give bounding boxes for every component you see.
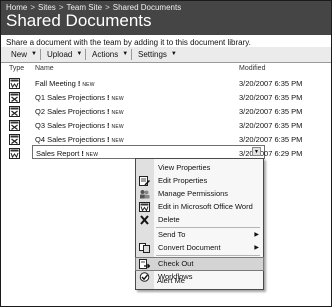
new-badge: NEW bbox=[111, 138, 124, 144]
dropdown-caret-icon: ▼ bbox=[31, 51, 37, 58]
menu-item-label: Send To bbox=[158, 230, 186, 239]
dropdown-caret-icon: ▼ bbox=[76, 51, 83, 58]
modified-date: 3/20/2007 6:35 PM bbox=[239, 79, 303, 88]
menu-item-label: View Properties bbox=[158, 163, 211, 172]
actions-label: Actions bbox=[92, 50, 119, 59]
menu-item-send-to[interactable]: Send To ▶ bbox=[136, 229, 263, 241]
column-modified[interactable]: Modified bbox=[239, 65, 265, 72]
document-name-text[interactable]: Q3 Sales Projections bbox=[35, 121, 105, 130]
new-label: New bbox=[11, 50, 28, 59]
document-name[interactable]: Fall Meeting! NEW bbox=[35, 79, 95, 88]
menu-item-label: Edit Properties bbox=[158, 176, 208, 185]
menu-item-label: Edit in Microsoft Office Word bbox=[158, 202, 253, 211]
table-row: Q1 Sales Projections! NEW 3/20/2007 6:35 … bbox=[1, 91, 331, 105]
new-marker-icon: ! bbox=[107, 107, 110, 116]
menu-item-label: Check Out bbox=[158, 259, 194, 268]
menu-item-convert-document[interactable]: Convert Document ▶ bbox=[136, 242, 263, 254]
dropdown-caret-icon: ▼ bbox=[170, 51, 177, 58]
new-marker-icon: ! bbox=[77, 79, 81, 88]
table-row: Q3 Sales Projections! NEW 3/20/2007 6:35 … bbox=[1, 119, 331, 133]
document-name-text[interactable]: Q4 Sales Projections bbox=[35, 135, 105, 144]
column-name[interactable]: Name bbox=[35, 65, 54, 72]
library-toolbar: New ▼ Upload ▼ Actions ▼ Settings ▼ bbox=[1, 47, 331, 63]
modified-date: 3/20/2007 6:29 PM bbox=[239, 149, 303, 158]
document-name[interactable]: Q2 Sales Projections! NEW bbox=[35, 107, 124, 116]
word-document-icon[interactable] bbox=[9, 148, 20, 159]
table-row: Fall Meeting! NEW 3/20/2007 6:35 PM bbox=[1, 77, 331, 91]
menu-item-manage-permissions[interactable]: Manage Permissions bbox=[136, 188, 263, 200]
new-marker-icon: ! bbox=[107, 93, 110, 102]
toolbar-divider bbox=[131, 49, 132, 60]
table-row: Q2 Sales Projections! NEW 3/20/2007 6:35 … bbox=[1, 105, 331, 119]
menu-item-edit-properties[interactable]: Edit Properties bbox=[136, 175, 263, 187]
modified-date: 3/20/2007 6:35 PM bbox=[239, 135, 303, 144]
modified-date: 3/20/2007 6:35 PM bbox=[239, 107, 303, 116]
workflows-icon bbox=[139, 272, 150, 282]
menu-item-label: Convert Document bbox=[158, 243, 221, 252]
menu-separator bbox=[156, 255, 260, 256]
menu-item-alert-me[interactable]: Alert Me bbox=[157, 276, 185, 285]
document-name-text[interactable]: Q2 Sales Projections bbox=[35, 107, 105, 116]
excel-document-icon[interactable] bbox=[9, 106, 20, 117]
excel-document-icon[interactable] bbox=[9, 134, 20, 145]
new-badge: NEW bbox=[111, 124, 124, 130]
new-badge: NEW bbox=[82, 82, 95, 88]
toolbar-divider bbox=[40, 49, 41, 60]
menu-item-view-properties[interactable]: View Properties bbox=[136, 162, 263, 174]
chevron-down-icon: ▼ bbox=[254, 149, 259, 155]
toolbar-divider bbox=[85, 49, 86, 60]
page-title: Shared Documents bbox=[6, 11, 152, 30]
upload-menu-button[interactable]: Upload ▼ bbox=[47, 49, 82, 60]
document-library-window: Home > Sites > Team Site > Shared Documents Sh… bbox=[0, 0, 332, 307]
new-menu-button[interactable]: New ▼ bbox=[11, 49, 37, 60]
document-name[interactable]: Q3 Sales Projections! NEW bbox=[35, 121, 124, 130]
menu-item-alert-me-wrapper bbox=[136, 283, 263, 289]
upload-label: Upload bbox=[47, 50, 73, 59]
excel-document-icon[interactable] bbox=[9, 92, 20, 103]
menu-separator bbox=[156, 227, 260, 228]
dropdown-caret-icon: ▼ bbox=[122, 51, 129, 58]
new-badge: NEW bbox=[111, 96, 124, 102]
menu-item-label: Manage Permissions bbox=[158, 189, 229, 198]
menu-item-delete[interactable]: Delete bbox=[136, 214, 263, 226]
new-marker-icon: ! bbox=[107, 135, 110, 144]
actions-menu-button[interactable]: Actions ▼ bbox=[92, 49, 128, 60]
modified-date: 3/20/2007 6:35 PM bbox=[239, 93, 303, 102]
word-icon bbox=[139, 202, 150, 212]
modified-date: 3/20/2007 6:35 PM bbox=[239, 121, 303, 130]
check-out-icon bbox=[139, 259, 150, 269]
delete-icon bbox=[140, 215, 149, 225]
excel-document-icon[interactable] bbox=[9, 120, 20, 131]
item-context-menu: View Properties Edit Properties Manage P… bbox=[135, 158, 264, 290]
document-name-text[interactable]: Fall Meeting bbox=[35, 79, 76, 88]
convert-document-icon bbox=[139, 243, 150, 253]
new-marker-icon: ! bbox=[107, 121, 110, 130]
submenu-arrow-icon: ▶ bbox=[254, 232, 259, 238]
submenu-arrow-icon: ▶ bbox=[254, 245, 259, 251]
word-document-icon[interactable] bbox=[9, 78, 20, 89]
new-badge: NEW bbox=[85, 152, 99, 158]
settings-menu-button[interactable]: Settings ▼ bbox=[138, 49, 177, 60]
settings-label: Settings bbox=[138, 50, 167, 59]
new-badge: NEW bbox=[111, 110, 124, 116]
item-menu-dropdown-button[interactable]: ▼ bbox=[252, 147, 261, 156]
new-marker-icon: ! bbox=[81, 149, 84, 158]
menu-item-workflows[interactable]: Workflows bbox=[136, 271, 263, 283]
document-name[interactable]: Q4 Sales Projections! NEW bbox=[35, 135, 124, 144]
document-name-text[interactable]: Q1 Sales Projections bbox=[35, 93, 105, 102]
menu-item-edit-in-word[interactable]: Edit in Microsoft Office Word bbox=[136, 201, 263, 213]
document-name[interactable]: Sales Report! NEW bbox=[36, 149, 98, 158]
manage-permissions-icon bbox=[140, 190, 150, 199]
menu-item-label: Delete bbox=[158, 215, 180, 224]
document-name-text[interactable]: Sales Report bbox=[36, 149, 79, 158]
document-name[interactable]: Q1 Sales Projections! NEW bbox=[35, 93, 124, 102]
column-type[interactable]: Type bbox=[9, 65, 24, 72]
menu-item-check-out[interactable]: Check Out bbox=[135, 257, 264, 271]
column-headers: Type Name Modified bbox=[1, 64, 331, 75]
page-header: Home > Sites > Team Site > Shared Documents Sh… bbox=[1, 1, 331, 35]
edit-properties-icon bbox=[139, 176, 150, 186]
